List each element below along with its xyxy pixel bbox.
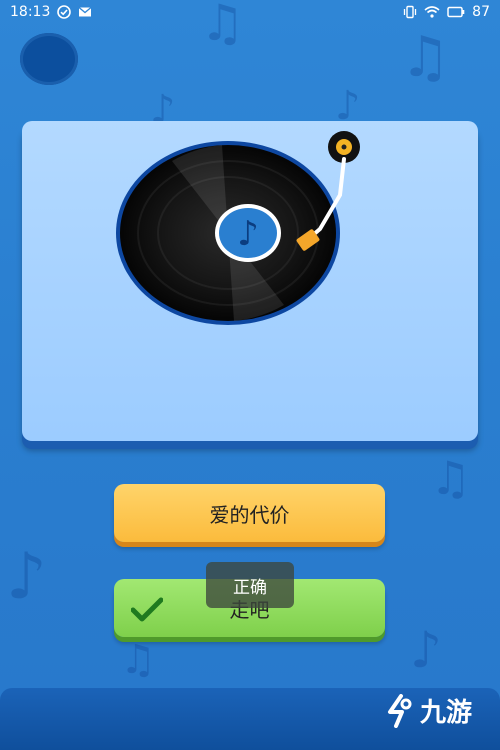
- correct-toast: 正确: [206, 562, 294, 608]
- wifi-icon: [424, 6, 440, 18]
- record-panel: ♪: [22, 121, 478, 441]
- checkmark-icon: [131, 597, 163, 622]
- background-note-icon: ♫: [430, 451, 472, 505]
- battery-icon: [447, 6, 465, 18]
- background-note-icon: ♪: [6, 540, 47, 614]
- avatar[interactable]: [20, 33, 78, 85]
- background-note-icon: ♪: [410, 621, 442, 679]
- battery-level: 87: [472, 4, 490, 20]
- background-note-icon: ♪: [335, 83, 361, 129]
- nine-game-logo-icon: [387, 693, 412, 728]
- mail-icon: [78, 7, 92, 17]
- background-note-icon: ♫: [120, 637, 156, 683]
- toast-text: 正确: [233, 578, 267, 598]
- music-note-icon: ♪: [237, 214, 259, 254]
- watermark: 九游: [386, 692, 472, 729]
- status-right: 87: [403, 4, 490, 20]
- status-left: 18:13: [10, 4, 92, 20]
- background-note-icon: ♫: [400, 25, 451, 90]
- option-button-1[interactable]: 爱的代价: [114, 484, 385, 542]
- vinyl-record-illustration: ♪: [116, 131, 360, 325]
- check-circle-icon: [57, 5, 72, 19]
- status-bar: 18:13 87: [0, 0, 500, 24]
- watermark-text: 九游: [419, 698, 472, 728]
- option-label: 爱的代价: [209, 502, 290, 527]
- vibrate-icon: [404, 5, 417, 19]
- status-time: 18:13: [10, 4, 51, 20]
